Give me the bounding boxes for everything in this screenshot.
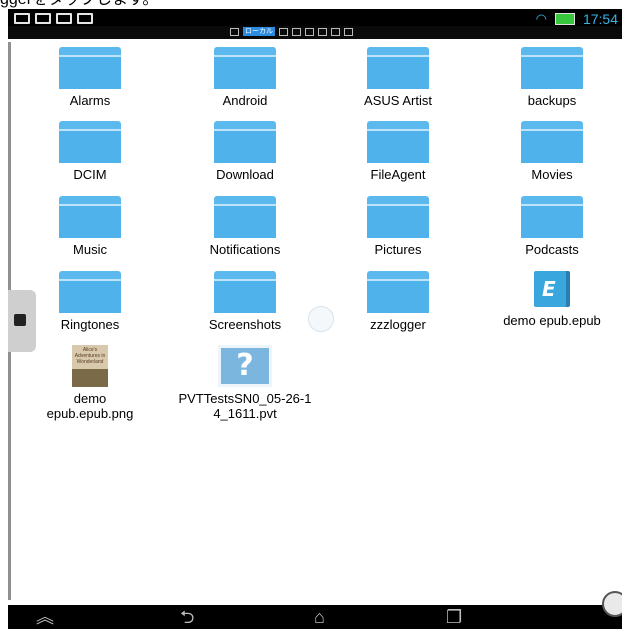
folder-icon [59,271,121,313]
folder-icon [59,47,121,89]
file-icon [56,13,72,24]
wifi-icon: ◠ [535,11,547,26]
local-tag: ローカル [243,27,275,36]
file-item[interactable]: Alarms [15,47,165,108]
file-name: Podcasts [525,242,579,257]
recent-apps-button[interactable]: ❐ [446,608,462,626]
home-small-icon [230,27,239,36]
file-item[interactable]: Download [170,121,320,182]
file-name: backups [527,93,577,108]
file-name: Ringtones [60,317,120,332]
notification-icons [14,13,93,24]
back-button[interactable]: ⮌ [180,608,194,626]
folder-icon [521,121,583,163]
file-item[interactable]: Ringtones [15,271,165,332]
battery-icon [554,13,575,25]
cloud-small-icon [292,27,301,36]
file-item[interactable]: Android [170,47,320,108]
file-name: Android [222,93,268,108]
folder-icon [214,47,276,89]
status-right: ◠ 17:54 [536,11,618,27]
file-name: zzzlogger [370,317,426,332]
folder-icon [214,121,276,163]
cover-title: Alice's Adventures in Wonderland [74,347,106,365]
file-name: demo epub.epub.png [46,391,134,421]
caption-text: ggerをタップします。 [0,0,330,9]
file-name: ASUS Artist [364,93,432,108]
photo-icon [14,13,30,24]
folder-icon [521,196,583,238]
file-item[interactable]: Pictures [323,196,473,257]
file-item[interactable]: backups [477,47,622,108]
mail-icon [35,13,51,24]
monitor-small-icon [279,27,288,36]
file-item[interactable]: Music [15,196,165,257]
share-small-icon [318,27,327,36]
folder-icon [214,196,276,238]
notification-strip: ローカル [8,26,622,39]
folder-icon [214,271,276,313]
file-item[interactable]: E demo epub.epub [477,267,622,328]
file-item[interactable]: Movies [477,121,622,182]
window-small-icon [305,27,314,36]
folder-icon [59,121,121,163]
file-item[interactable]: Notifications [170,196,320,257]
file-name: Screenshots [208,317,282,332]
folder-icon [367,47,429,89]
folder-icon [367,271,429,313]
file-name: FileAgent [370,167,426,182]
file-name: Download [216,167,274,182]
file-item[interactable]: ? PVTTestsSN0_05-26-14_1611.pvt [170,345,320,421]
file-item[interactable]: zzzlogger [323,271,473,332]
file-item[interactable]: ASUS Artist [323,47,473,108]
cover-illustration [72,369,108,387]
folder-icon [367,121,429,163]
file-item[interactable]: Podcasts [477,196,622,257]
image-thumbnail: Alice's Adventures in Wonderland [72,345,108,387]
file-name: PVTTestsSN0_05-26-14_1611.pvt [178,391,312,421]
clock: 17:54 [582,11,618,27]
file-name: Music [73,242,107,257]
floating-button[interactable] [602,591,622,617]
checkbox-icon [77,13,93,24]
file-item[interactable]: Screenshots [170,271,320,332]
file-name: demo epub.epub [503,313,601,328]
epub-book-icon: E [534,271,570,307]
unknown-file-icon: ? [218,345,272,387]
folder-icon [59,196,121,238]
file-name: Movies [531,167,573,182]
up-icon[interactable]: ︽ [36,608,54,626]
file-name: Pictures [374,242,422,257]
download-small-icon [344,27,353,36]
folder-icon [367,196,429,238]
file-item[interactable]: Alice's Adventures in Wonderland demo ep… [15,345,165,421]
file-item[interactable]: DCIM [15,121,165,182]
file-name: DCIM [73,167,107,182]
file-name: Alarms [69,93,111,108]
gear-small-icon [331,27,340,36]
file-item[interactable]: FileAgent [323,121,473,182]
file-name: Notifications [209,242,281,257]
folder-icon [521,47,583,89]
navigation-bar: ︽ ⮌ ⌂ ❐ [8,591,622,629]
home-button[interactable]: ⌂ [314,608,325,626]
